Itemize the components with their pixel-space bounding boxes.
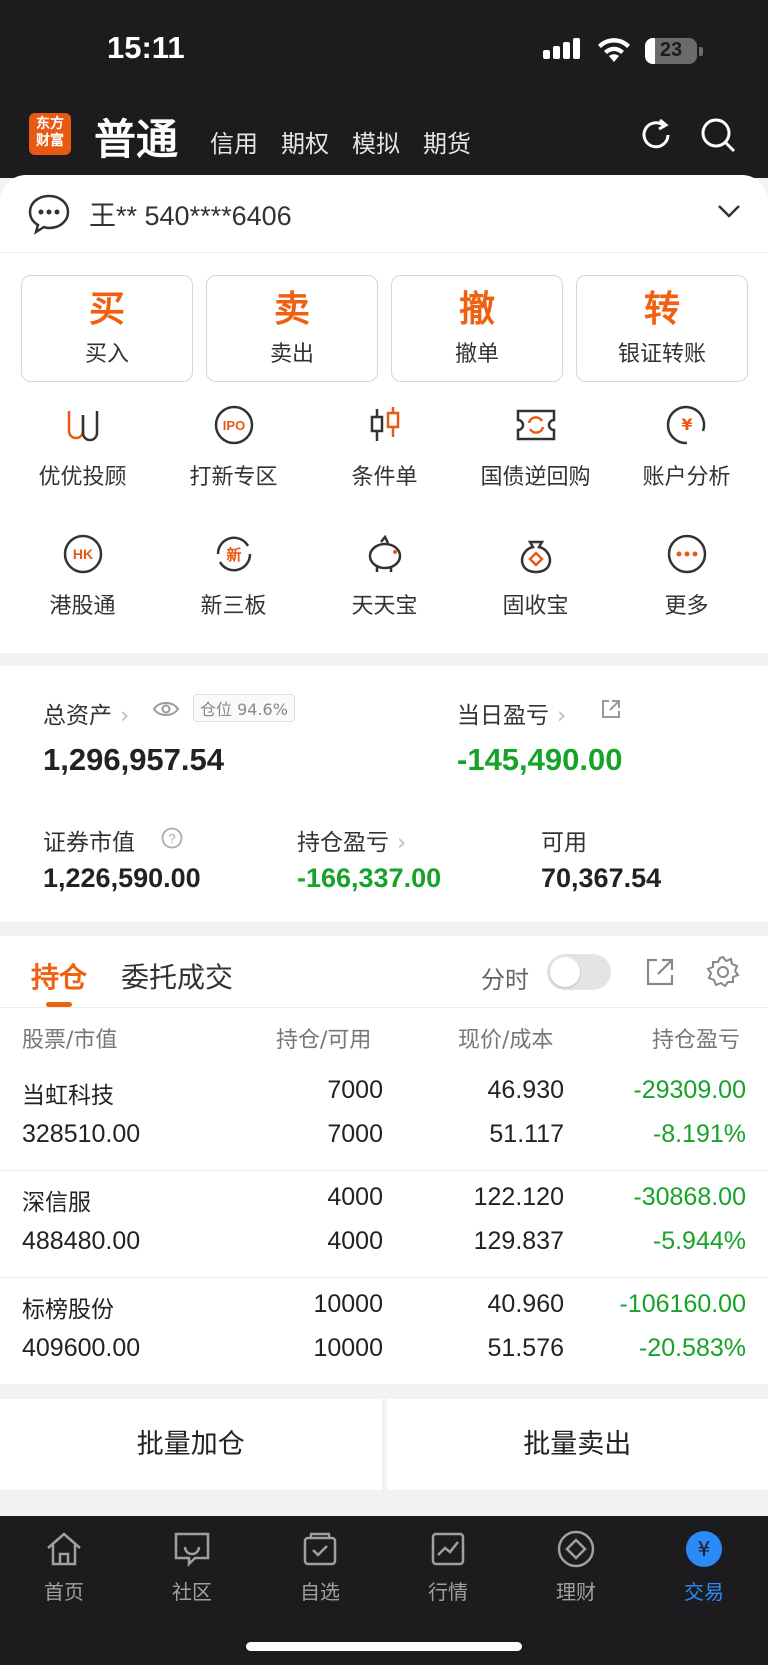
intraday-label: 分时 bbox=[481, 966, 529, 994]
wifi-icon bbox=[598, 38, 630, 62]
advisor-icon bbox=[67, 411, 98, 442]
batch-sell-button[interactable]: 批量卖出 bbox=[386, 1399, 768, 1490]
svg-text:HK: HK bbox=[72, 546, 92, 562]
account-name: 王** 540****6406 bbox=[89, 201, 292, 231]
ticket-icon bbox=[516, 409, 555, 441]
hk-icon: HK bbox=[63, 534, 102, 574]
daily-pl-label[interactable]: 当日盈亏 › bbox=[457, 696, 566, 730]
available-value: 70,367.54 bbox=[541, 863, 662, 893]
candlestick-icon bbox=[370, 407, 399, 441]
status-time: 15:11 bbox=[107, 30, 185, 65]
account-card: 王** 540****6406 买买入 卖卖出 撤撤单 转银证转账 优优投顾 I… bbox=[0, 175, 768, 653]
table-row[interactable]: 当虹科技 328510.00 7000 7000 46.930 51.117 -… bbox=[0, 1064, 768, 1171]
market-icon bbox=[431, 1532, 465, 1566]
nav-home[interactable]: 首页 bbox=[0, 1516, 128, 1665]
shortcut-tiantianbao[interactable]: 天天宝 bbox=[309, 532, 460, 661]
shortcut-conditional-order[interactable]: 条件单 bbox=[309, 403, 460, 532]
chevron-down-icon[interactable] bbox=[717, 203, 741, 219]
battery-level: 23 bbox=[659, 39, 683, 61]
refresh-icon[interactable] bbox=[636, 115, 676, 155]
svg-text:¥: ¥ bbox=[698, 1537, 711, 1561]
new-board-icon: 新 bbox=[216, 536, 251, 572]
table-row[interactable]: 标榜股份 409600.00 10000 10000 40.960 51.576… bbox=[0, 1278, 768, 1385]
home-indicator bbox=[246, 1642, 522, 1651]
cancel-order-button[interactable]: 撤撤单 bbox=[391, 275, 563, 382]
svg-text:IPO: IPO bbox=[222, 418, 244, 433]
account-type-tab-credit[interactable]: 信用 bbox=[210, 124, 258, 159]
holdings-table-header: 股票/市值 持仓/可用 现价/成本 持仓盈亏 bbox=[22, 1028, 741, 1053]
buy-button[interactable]: 买买入 bbox=[21, 275, 193, 382]
signal-icon bbox=[543, 38, 580, 59]
share-icon[interactable] bbox=[600, 698, 622, 720]
shortcut-repo[interactable]: 国债逆回购 bbox=[460, 403, 611, 532]
wealth-icon bbox=[557, 1530, 595, 1568]
market-value-label: 证券市值 bbox=[43, 830, 135, 856]
table-row[interactable]: 深信服 488480.00 4000 4000 122.120 129.837 … bbox=[0, 1171, 768, 1278]
shortcut-fixed-income[interactable]: 固收宝 bbox=[460, 532, 611, 661]
money-bag-icon bbox=[520, 540, 551, 574]
account-type-tab-options[interactable]: 期权 bbox=[281, 124, 329, 159]
total-assets-label[interactable]: 总资产 › bbox=[43, 696, 129, 730]
tab-positions[interactable]: 持仓 bbox=[31, 956, 87, 996]
shortcut-advisor[interactable]: 优优投顾 bbox=[7, 403, 158, 532]
svg-text:?: ? bbox=[168, 831, 175, 846]
total-assets-value: 1,296,957.54 bbox=[43, 742, 225, 777]
account-analysis-icon: ¥ bbox=[666, 405, 705, 445]
piggy-bank-icon bbox=[368, 534, 401, 572]
account-selector[interactable]: 王** 540****6406 bbox=[0, 175, 768, 253]
more-icon bbox=[667, 534, 706, 574]
home-icon bbox=[47, 1532, 81, 1566]
svg-text:¥: ¥ bbox=[681, 415, 692, 434]
app-logo[interactable]: 东方 财富 bbox=[29, 113, 71, 155]
svg-text:新: 新 bbox=[226, 546, 241, 564]
sell-button[interactable]: 卖卖出 bbox=[206, 275, 378, 382]
settings-gear-icon[interactable] bbox=[706, 955, 740, 989]
assets-summary: 总资产 › 仓位 94.6% 1,296,957.54 当日盈亏 › -145,49… bbox=[0, 666, 768, 922]
trade-icon: ¥ bbox=[686, 1531, 722, 1567]
nav-trade[interactable]: ¥ 交易 bbox=[640, 1516, 768, 1665]
bank-transfer-button[interactable]: 转银证转账 bbox=[576, 275, 748, 382]
eye-icon[interactable] bbox=[152, 699, 180, 719]
position-ratio-badge: 仓位 94.6% bbox=[193, 694, 295, 722]
watchlist-icon bbox=[303, 1532, 337, 1566]
available-label: 可用 bbox=[541, 830, 587, 856]
export-icon[interactable] bbox=[644, 956, 676, 988]
holding-pl-label[interactable]: 持仓盈亏 › bbox=[297, 823, 406, 857]
search-icon[interactable] bbox=[698, 115, 738, 155]
shortcut-hk-connect[interactable]: HK 港股通 bbox=[7, 532, 158, 661]
battery-icon: 23 bbox=[645, 38, 697, 64]
account-type-tab-active[interactable]: 普通 bbox=[94, 106, 178, 167]
shortcut-more[interactable]: 更多 bbox=[611, 532, 762, 661]
nav-wealth[interactable]: 理财 bbox=[512, 1516, 640, 1665]
shortcut-account-analysis[interactable]: ¥ 账户分析 bbox=[611, 403, 762, 532]
message-icon bbox=[28, 194, 70, 235]
daily-pl-value: -145,490.00 bbox=[457, 742, 623, 777]
tab-orders-trades[interactable]: 委托成交 bbox=[121, 956, 233, 996]
intraday-toggle[interactable] bbox=[547, 954, 611, 990]
community-icon bbox=[174, 1532, 210, 1568]
account-type-tab-simulated[interactable]: 模拟 bbox=[352, 124, 400, 159]
market-value: 1,226,590.00 bbox=[43, 863, 201, 893]
top-header: 15:11 23 东方 财富 普通 信用 期权 模拟 期货 bbox=[0, 0, 768, 178]
account-type-tab-futures[interactable]: 期货 bbox=[423, 124, 471, 159]
shortcut-ipo[interactable]: IPO 打新专区 bbox=[158, 403, 309, 532]
nav-community[interactable]: 社区 bbox=[128, 1516, 256, 1665]
ipo-icon: IPO bbox=[214, 405, 253, 445]
help-icon[interactable]: ? bbox=[161, 827, 183, 849]
holding-pl-value: -166,337.00 bbox=[297, 863, 442, 893]
holdings-panel: 持仓 委托成交 分时 股票/市值 持仓/可用 现价/成本 持仓盈亏 当虹科技 3… bbox=[0, 936, 768, 1384]
shortcut-neeq[interactable]: 新 新三板 bbox=[158, 532, 309, 661]
batch-add-button[interactable]: 批量加仓 bbox=[0, 1399, 382, 1490]
